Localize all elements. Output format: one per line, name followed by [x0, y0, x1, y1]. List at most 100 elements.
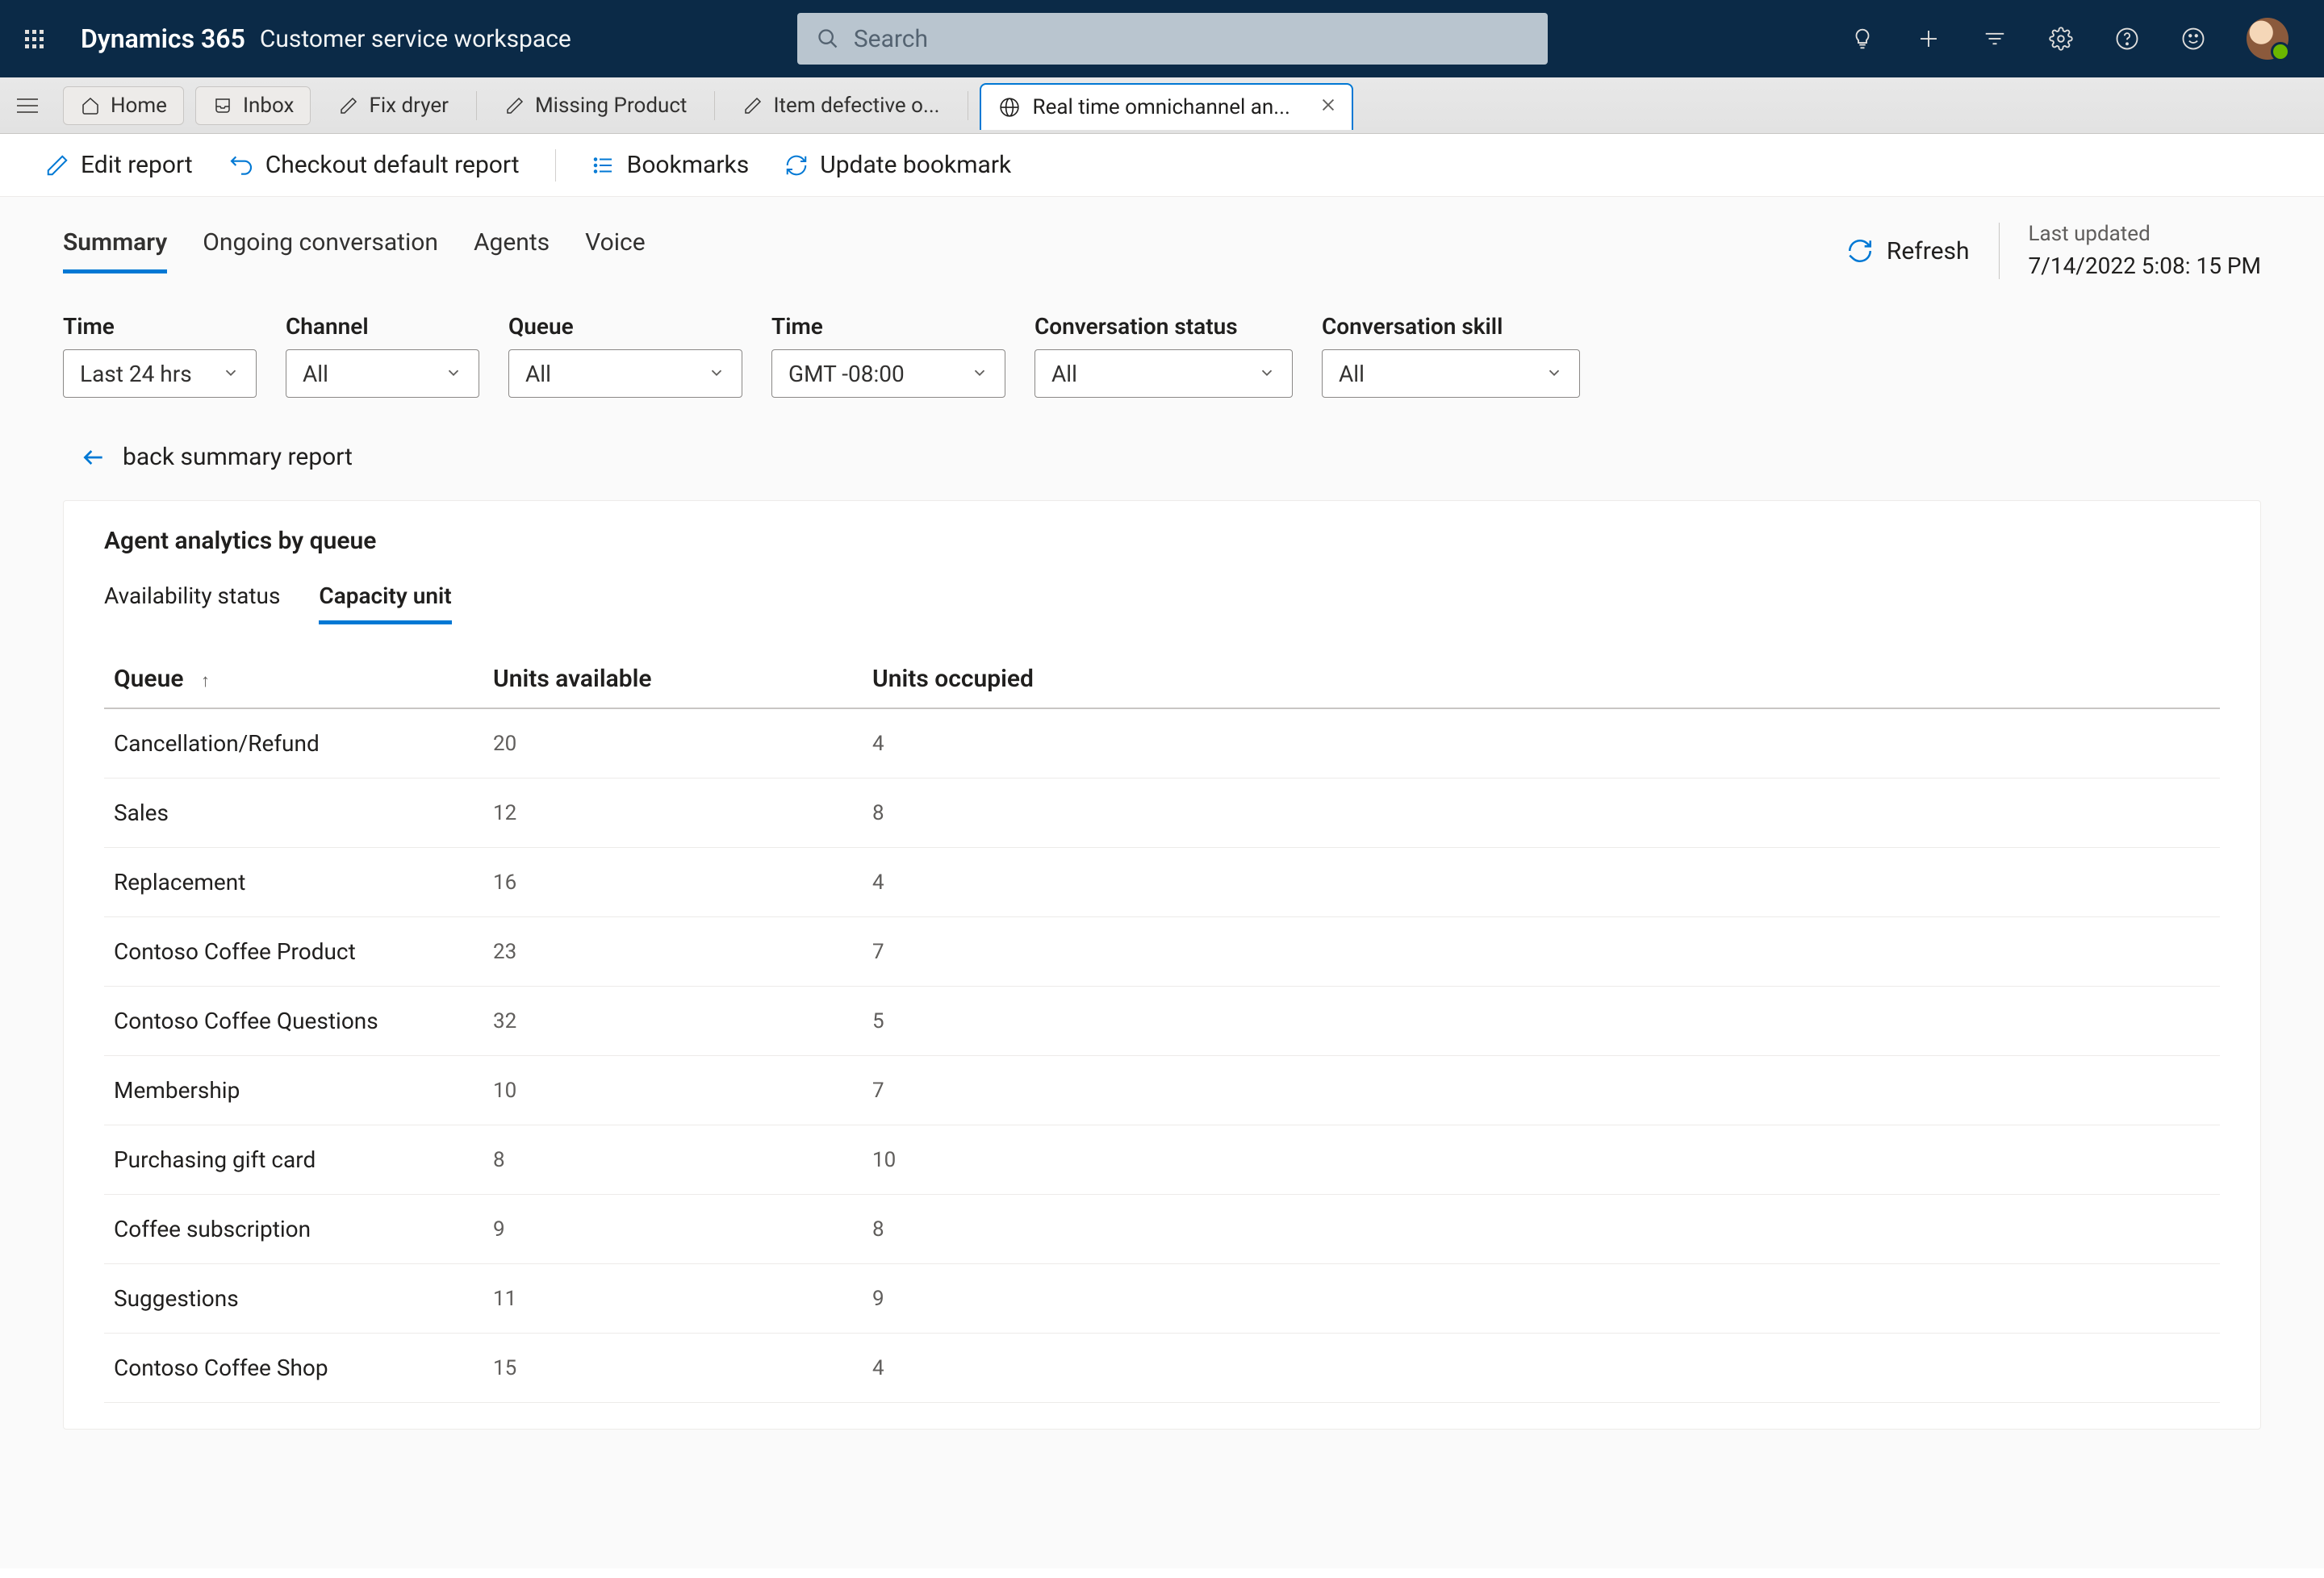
tab-fix-dryer[interactable]: Fix dryer [322, 86, 464, 125]
table-row[interactable]: Contoso Coffee Product237 [104, 917, 2220, 987]
bookmarks-button[interactable]: Bookmarks [591, 151, 750, 179]
view-tabs-row: Summary Ongoing conversation Agents Voic… [0, 197, 2324, 282]
inbox-icon [212, 95, 233, 116]
cell-queue: Purchasing gift card [104, 1125, 483, 1195]
filter-channel-value: All [303, 361, 328, 387]
bookmarks-label: Bookmarks [627, 151, 750, 179]
filter-time-dropdown[interactable]: Last 24 hrs [63, 349, 257, 398]
filter-time-zone-label: Time [771, 313, 1005, 340]
refresh-button[interactable]: Refresh [1846, 237, 1970, 265]
cell-occupied: 5 [863, 987, 2220, 1056]
filter-skill-dropdown[interactable]: All [1322, 349, 1580, 398]
close-icon[interactable] [1319, 95, 1337, 119]
help-icon[interactable] [2114, 26, 2140, 52]
tab-separator [714, 91, 715, 120]
table-row[interactable]: Contoso Coffee Questions325 [104, 987, 2220, 1056]
view-tab-agents[interactable]: Agents [474, 228, 550, 273]
tab-missing-product[interactable]: Missing Product [488, 86, 704, 125]
cell-occupied: 7 [863, 917, 2220, 987]
tab-realtime-label: Real time omnichannel an... [1033, 95, 1290, 119]
filter-icon[interactable] [1982, 26, 2008, 52]
view-tab-summary[interactable]: Summary [63, 228, 167, 273]
back-link-label: back summary report [123, 443, 353, 471]
lightbulb-icon[interactable] [1850, 26, 1875, 52]
refresh-icon [1846, 237, 1874, 265]
col-header-occupied[interactable]: Units occupied [863, 652, 2220, 708]
table-row[interactable]: Replacement164 [104, 848, 2220, 917]
col-queue-label: Queue [114, 665, 183, 693]
filter-time-value: Last 24 hrs [80, 361, 192, 387]
update-bookmark-button[interactable]: Update bookmark [784, 151, 1011, 179]
table-row[interactable]: Coffee subscription98 [104, 1195, 2220, 1264]
filter-status-dropdown[interactable]: All [1035, 349, 1293, 398]
table-row[interactable]: Membership107 [104, 1056, 2220, 1125]
col-header-available[interactable]: Units available [483, 652, 863, 708]
tab-item-defective[interactable]: Item defective o... [726, 86, 955, 125]
panel-title: Agent analytics by queue [104, 527, 2220, 555]
emoji-icon[interactable] [2180, 26, 2206, 52]
cell-occupied: 10 [863, 1125, 2220, 1195]
last-updated-label: Last updated [2029, 219, 2261, 250]
sub-tab-availability[interactable]: Availability status [104, 582, 280, 624]
table-row[interactable]: Suggestions119 [104, 1264, 2220, 1334]
gear-icon[interactable] [2048, 26, 2074, 52]
back-link[interactable]: back summary report [0, 398, 2324, 471]
cell-available: 12 [483, 779, 863, 848]
filter-time: Time Last 24 hrs [63, 313, 257, 398]
cell-queue: Membership [104, 1056, 483, 1125]
arrow-left-icon [81, 445, 107, 470]
filters-row: Time Last 24 hrs Channel All Queue All T… [0, 282, 2324, 398]
cell-available: 32 [483, 987, 863, 1056]
cell-occupied: 7 [863, 1056, 2220, 1125]
filter-time-zone: Time GMT -08:00 [771, 313, 1005, 398]
tab-home[interactable]: Home [63, 86, 184, 125]
table-row[interactable]: Purchasing gift card810 [104, 1125, 2220, 1195]
table-row[interactable]: Sales128 [104, 779, 2220, 848]
cell-available: 23 [483, 917, 863, 987]
view-tab-ongoing-label: Ongoing conversation [203, 228, 438, 257]
cell-occupied: 4 [863, 848, 2220, 917]
filter-channel-dropdown[interactable]: All [286, 349, 479, 398]
cell-queue: Coffee subscription [104, 1195, 483, 1264]
vertical-separator [1999, 223, 2000, 279]
view-tab-ongoing[interactable]: Ongoing conversation [203, 228, 438, 273]
hamburger-icon[interactable] [11, 90, 44, 122]
edit-report-button[interactable]: Edit report [45, 151, 193, 179]
edit-icon [338, 95, 359, 116]
table-row[interactable]: Contoso Coffee Shop154 [104, 1334, 2220, 1403]
update-bookmark-label: Update bookmark [820, 151, 1011, 179]
cell-queue: Suggestions [104, 1264, 483, 1334]
cell-available: 20 [483, 708, 863, 779]
view-tab-voice[interactable]: Voice [585, 228, 645, 273]
chevron-down-icon [1545, 361, 1563, 387]
table-row[interactable]: Cancellation/Refund204 [104, 708, 2220, 779]
refresh-icon [784, 153, 809, 177]
app-launcher-icon[interactable] [19, 24, 48, 53]
cell-occupied: 8 [863, 779, 2220, 848]
cell-available: 10 [483, 1056, 863, 1125]
main-content: Summary Ongoing conversation Agents Voic… [0, 197, 2324, 1568]
capacity-table: Queue ↑ Units available Units occupied C… [104, 652, 2220, 1403]
filter-time-zone-value: GMT -08:00 [788, 361, 905, 387]
last-updated-value: 7/14/2022 5:08: 15 PM [2029, 250, 2261, 283]
chevron-down-icon [708, 361, 725, 387]
tab-inbox[interactable]: Inbox [195, 86, 311, 125]
col-header-queue[interactable]: Queue ↑ [104, 652, 483, 708]
cell-occupied: 4 [863, 708, 2220, 779]
filter-queue-label: Queue [508, 313, 742, 340]
view-tab-agents-label: Agents [474, 228, 550, 257]
sort-ascending-icon: ↑ [201, 671, 210, 691]
chevron-down-icon [971, 361, 989, 387]
user-avatar[interactable] [2247, 18, 2288, 60]
filter-conversation-skill: Conversation skill All [1322, 313, 1580, 398]
filter-queue-dropdown[interactable]: All [508, 349, 742, 398]
global-search[interactable]: Search [797, 13, 1548, 65]
tab-realtime-omnichannel[interactable]: Real time omnichannel an... [980, 83, 1353, 130]
filter-time-zone-dropdown[interactable]: GMT -08:00 [771, 349, 1005, 398]
col-occupied-label: Units occupied [872, 665, 1034, 693]
plus-icon[interactable] [1916, 26, 1942, 52]
panel-sub-tabs: Availability status Capacity unit [104, 582, 2220, 624]
checkout-report-button[interactable]: Checkout default report [228, 151, 520, 179]
filter-skill-value: All [1339, 361, 1365, 387]
sub-tab-capacity[interactable]: Capacity unit [319, 582, 451, 624]
